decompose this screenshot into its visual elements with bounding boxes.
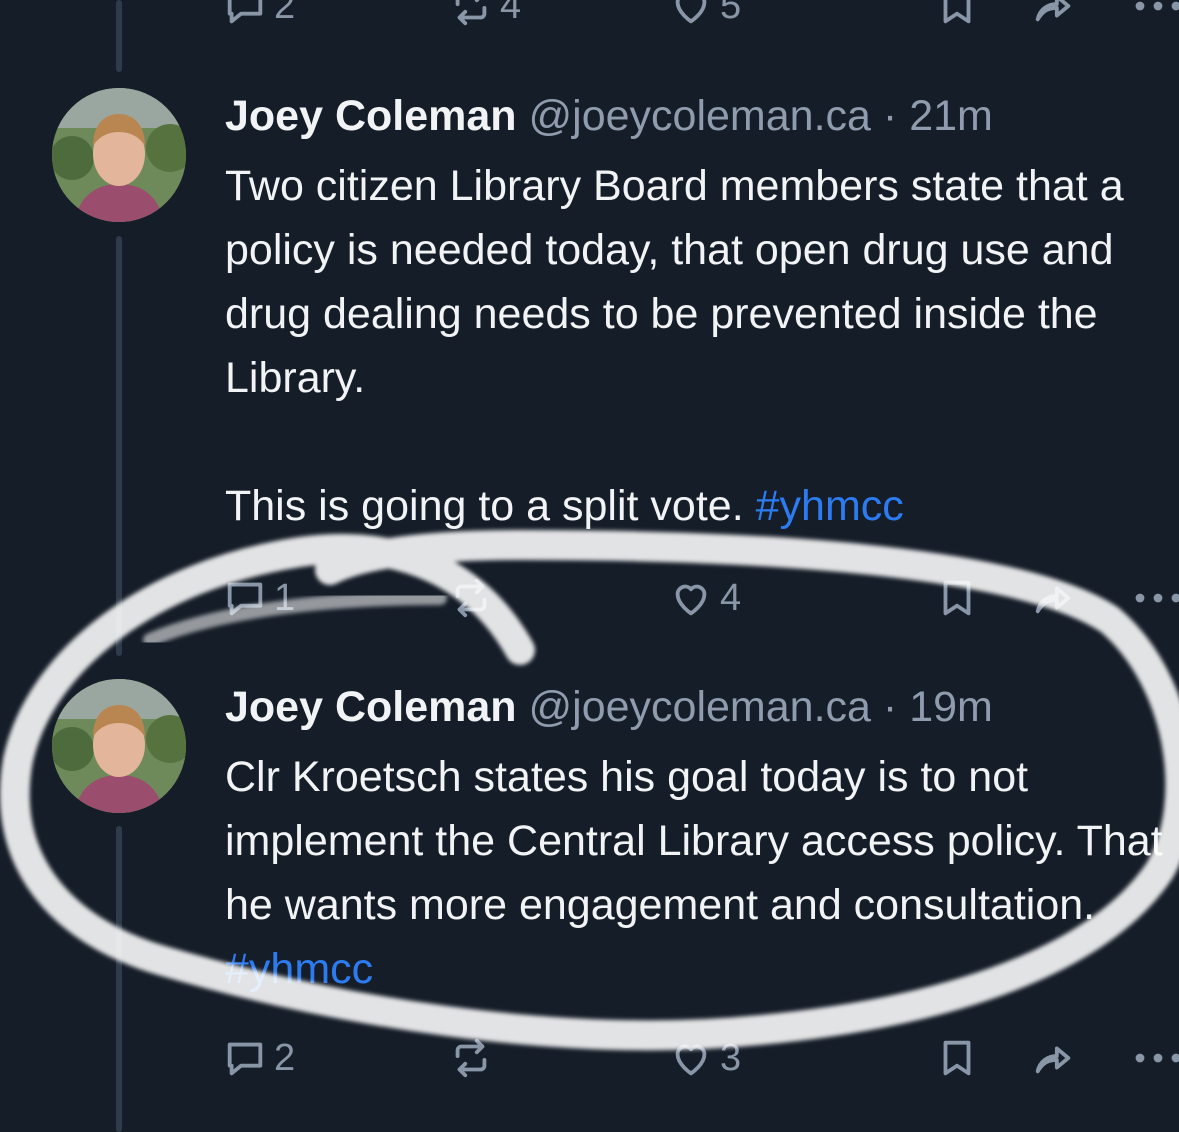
bookmark-icon	[943, 580, 971, 616]
author-name[interactable]: Joey Coleman	[225, 92, 517, 140]
post-header: Joey Coleman @joeycoleman.ca · 21m	[225, 90, 993, 142]
repost-arrows-icon	[455, 0, 487, 26]
post-paragraph: Clr Kroetsch states his goal today is to…	[225, 745, 1179, 1001]
post-sentence: Clr Kroetsch states his goal today is to…	[225, 753, 1163, 929]
share-arrow-icon	[1035, 586, 1071, 614]
more-dots-icon	[1135, 1053, 1179, 1063]
heart-icon	[675, 1044, 707, 1076]
reply-count: 2	[274, 0, 296, 27]
feed-screen: 2 4 5 Joey Coleman @joeycoleman.ca · 21m…	[0, 0, 1179, 1132]
post-actions: 2 4 5	[222, 0, 1179, 38]
more-dots-icon	[1135, 593, 1179, 603]
reply-count: 1	[274, 576, 296, 619]
post-time[interactable]: 21m	[909, 92, 993, 140]
avatar-photo	[52, 88, 186, 222]
reply-bubble-icon	[227, 582, 263, 616]
thread-connector	[116, 826, 122, 1132]
post-text: Two citizen Library Board members state …	[225, 154, 1179, 538]
post-actions: 1 4	[222, 566, 1179, 630]
like-button[interactable]: 4	[668, 566, 741, 630]
reply-button[interactable]: 2	[222, 1026, 295, 1090]
repost-button[interactable]: 4	[448, 0, 521, 38]
repost-button[interactable]	[448, 1026, 494, 1090]
separator: ·	[882, 683, 898, 731]
post-sentence: This is going to a split vote.	[225, 482, 744, 530]
separator: ·	[882, 92, 898, 140]
reply-bubble-icon	[227, 0, 263, 24]
author-handle[interactable]: @joeycoleman.ca	[529, 92, 871, 140]
share-arrow-icon	[1035, 0, 1071, 22]
hashtag-link[interactable]: #yhmcc	[225, 945, 373, 993]
more-dots-icon	[1135, 1, 1179, 11]
like-count: 5	[720, 0, 742, 27]
share-button[interactable]	[1030, 0, 1076, 38]
like-button[interactable]: 5	[668, 0, 741, 38]
bookmark-icon	[943, 0, 971, 24]
share-button[interactable]	[1030, 566, 1076, 630]
repost-count: 4	[500, 0, 522, 27]
avatar[interactable]	[52, 679, 186, 813]
reply-count: 2	[274, 1036, 296, 1079]
like-button[interactable]: 3	[668, 1026, 741, 1090]
bookmark-button[interactable]	[934, 0, 980, 38]
share-button[interactable]	[1030, 1026, 1076, 1090]
avatar-photo	[52, 679, 186, 813]
share-arrow-icon	[1035, 1046, 1071, 1074]
hashtag-link[interactable]: #yhmcc	[756, 482, 904, 530]
bookmark-icon	[943, 1040, 971, 1076]
heart-icon	[675, 0, 707, 24]
reply-button[interactable]: 2	[222, 0, 295, 38]
thread-connector	[116, 0, 122, 72]
repost-arrows-icon	[455, 578, 487, 618]
post-time[interactable]: 19m	[909, 683, 993, 731]
bookmark-button[interactable]	[934, 566, 980, 630]
post-actions: 2 3	[222, 1026, 1179, 1090]
bookmark-button[interactable]	[934, 1026, 980, 1090]
heart-icon	[675, 584, 707, 616]
repost-arrows-icon	[455, 1038, 487, 1078]
post-header: Joey Coleman @joeycoleman.ca · 19m	[225, 681, 993, 733]
thread-connector	[116, 236, 122, 656]
reply-bubble-icon	[227, 1042, 263, 1076]
more-button[interactable]	[1134, 0, 1179, 38]
repost-button[interactable]	[448, 566, 494, 630]
author-handle[interactable]: @joeycoleman.ca	[529, 683, 871, 731]
like-count: 4	[720, 576, 742, 619]
avatar[interactable]	[52, 88, 186, 222]
like-count: 3	[720, 1036, 742, 1079]
reply-button[interactable]: 1	[222, 566, 295, 630]
post-paragraph: Two citizen Library Board members state …	[225, 162, 1124, 402]
more-button[interactable]	[1134, 1026, 1179, 1090]
post-text: Clr Kroetsch states his goal today is to…	[225, 745, 1179, 1001]
post-paragraph: This is going to a split vote. #yhmcc	[225, 474, 1179, 538]
author-name[interactable]: Joey Coleman	[225, 683, 517, 731]
more-button[interactable]	[1134, 566, 1179, 630]
